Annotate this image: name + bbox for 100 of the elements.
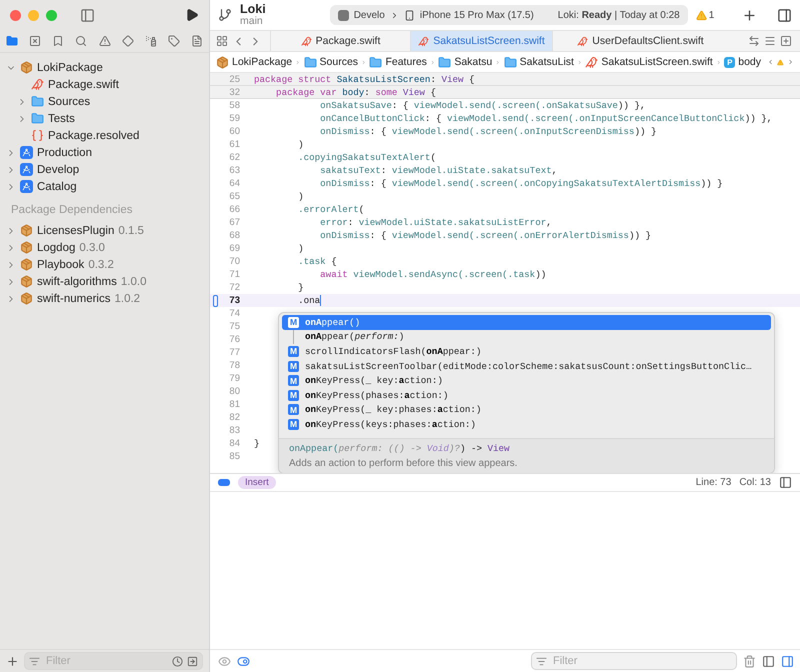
diamond-icon[interactable] — [122, 35, 134, 47]
code-line: onDismiss: { viewModel.send(.screen(.onErrorAlertDismiss)) } — [319, 230, 651, 241]
scheme-name[interactable]: Develo — [354, 10, 385, 20]
swap-icon[interactable] — [748, 35, 760, 47]
add-editor-icon[interactable] — [780, 35, 792, 47]
tree-item[interactable]: swift-algorithms — [37, 276, 117, 288]
line-number: 83 — [228, 425, 240, 436]
tree-item[interactable]: Production — [37, 146, 92, 158]
document-icon[interactable] — [191, 35, 203, 47]
toggle-icon[interactable] — [237, 654, 250, 668]
filter-field[interactable]: Filter — [531, 652, 737, 670]
x-square-icon[interactable] — [29, 35, 42, 47]
tree-item[interactable]: Package.resolved — [48, 130, 140, 142]
tree-item[interactable]: LicensesPlugin — [37, 224, 114, 236]
tree-item[interactable]: swift-numerics — [37, 292, 110, 304]
breadcrumb-item[interactable]: Features — [369, 56, 427, 68]
trash-icon[interactable] — [743, 654, 756, 668]
breadcrumb-item[interactable]: Sakatsu — [438, 56, 492, 68]
inspector-toggle-icon[interactable] — [777, 8, 792, 22]
phone-icon — [404, 10, 415, 20]
grid-icon[interactable] — [216, 35, 228, 47]
build-status: Loki: Ready | Today at 0:28 — [558, 10, 680, 20]
panel-icon[interactable] — [779, 476, 792, 489]
method-icon: M — [288, 346, 299, 357]
code-line: ) — [297, 139, 304, 150]
package-icon — [20, 224, 33, 237]
filter-icon[interactable] — [536, 656, 547, 666]
close-button[interactable] — [10, 10, 21, 20]
bookmark-icon[interactable] — [52, 35, 64, 47]
package-icon — [20, 61, 33, 74]
tree-item[interactable]: Develop — [37, 164, 80, 176]
swift-icon — [577, 36, 588, 46]
method-icon: M — [288, 390, 299, 401]
warning-count: 1 — [708, 10, 714, 20]
breadcrumb-item[interactable]: Sources — [304, 56, 358, 68]
completion-item[interactable]: M onKeyPress(keys:phases:action:) — [282, 417, 771, 432]
completion-item[interactable]: M onKeyPress(_ key:phases:action:) — [282, 402, 771, 418]
run-icon[interactable] — [185, 8, 199, 22]
line-number: 59 — [228, 113, 240, 124]
completion-item[interactable]: M sakatsuListScreenToolbar(editMode:colorScheme:sakatsusCount:onSettingsButtonClic… — [282, 358, 771, 374]
editor-tab[interactable]: SakatsuListScreen.swift — [410, 31, 552, 51]
tree-item[interactable]: Catalog — [37, 180, 77, 192]
completion-item[interactable]: M scrollIndicatorsFlash(onAppear:) — [282, 344, 771, 359]
line-number: 79 — [228, 373, 240, 384]
warning-icon[interactable] — [98, 35, 110, 47]
line-number: 64 — [228, 178, 240, 189]
code-line: onCancelButtonClick: { viewModel.send(.screen(.onInputScreenCancelButtonClick)) }, — [319, 113, 772, 124]
sidebar-toggle-icon[interactable] — [80, 8, 95, 22]
signature: onAppear(perform: (() -> Void)?) -> View — [289, 443, 511, 454]
clock-icon[interactable] — [172, 656, 183, 666]
completion-item[interactable]: M onKeyPress(phases:action:) — [282, 388, 771, 403]
search-icon[interactable] — [75, 35, 88, 47]
folder-icon — [438, 56, 452, 68]
lines-icon[interactable] — [764, 35, 776, 47]
app-project-icon — [20, 180, 33, 193]
line-number: 84 — [228, 438, 240, 449]
debug-toggle-icon[interactable] — [218, 479, 230, 486]
tree-item[interactable]: Sources — [48, 96, 90, 108]
destination-name[interactable]: iPhone 15 Pro Max (17.5) — [420, 10, 534, 20]
breadcrumb-item[interactable]: SakatsuList — [504, 56, 574, 68]
tree-item[interactable]: Playbook — [37, 258, 84, 270]
add-icon[interactable] — [6, 654, 19, 668]
filter-input[interactable]: Filter — [551, 654, 732, 668]
breadcrumb-item[interactable]: SakatsuListScreen.swift — [585, 56, 713, 68]
completion-item[interactable]: M onAppear() — [282, 315, 771, 330]
breadcrumb-item[interactable]: P body — [724, 56, 762, 68]
tree-item[interactable]: Tests — [48, 112, 75, 124]
column-position: Col: 13 — [739, 477, 771, 488]
tree-item[interactable]: LokiPackage — [37, 62, 103, 74]
tag-icon[interactable] — [168, 35, 180, 47]
code-line: sakatsuText: viewModel.uiState.sakatsuText, — [319, 165, 558, 176]
folder-icon — [369, 56, 382, 68]
completion-item[interactable]: M onKeyPress(_ key:action:) — [282, 373, 771, 388]
breadcrumb-item[interactable]: LokiPackage — [216, 56, 292, 68]
line-position: Line: 73 — [696, 477, 732, 488]
app-icon — [338, 10, 349, 20]
version-label: 0.3.0 — [79, 242, 105, 254]
tree-item[interactable]: Logdog — [37, 242, 76, 254]
completion-item[interactable]: onAppear(perform:) — [282, 330, 771, 344]
eye-icon[interactable] — [218, 654, 231, 668]
line-number: 62 — [228, 152, 240, 163]
add-icon[interactable] — [742, 8, 757, 22]
scheme-status-bar[interactable]: Develo iPhone 15 Pro Max (17.5) Loki: Ready | Today at 0:28 — [330, 5, 688, 25]
folder-icon[interactable] — [6, 35, 18, 47]
line-number: 85 — [228, 451, 240, 462]
version-label: 1.0.0 — [120, 276, 146, 288]
package-icon — [20, 258, 33, 271]
line-number: 73 — [228, 295, 240, 306]
warning-icon[interactable] — [777, 56, 784, 68]
package-icon — [216, 56, 229, 68]
code-line: package struct SakatsuListScreen: View { — [254, 74, 475, 84]
warning-icon[interactable] — [696, 10, 707, 20]
method-icon: M — [288, 418, 299, 430]
panel-right-icon[interactable] — [781, 654, 794, 668]
filter-icon[interactable] — [29, 656, 40, 666]
panel-left-icon[interactable] — [762, 654, 775, 668]
tree-item[interactable]: Package.swift — [48, 78, 119, 90]
editor-tab[interactable]: UserDefaultsClient.swift — [552, 31, 728, 51]
line-number: 81 — [228, 399, 240, 410]
line-number: 60 — [228, 126, 240, 137]
